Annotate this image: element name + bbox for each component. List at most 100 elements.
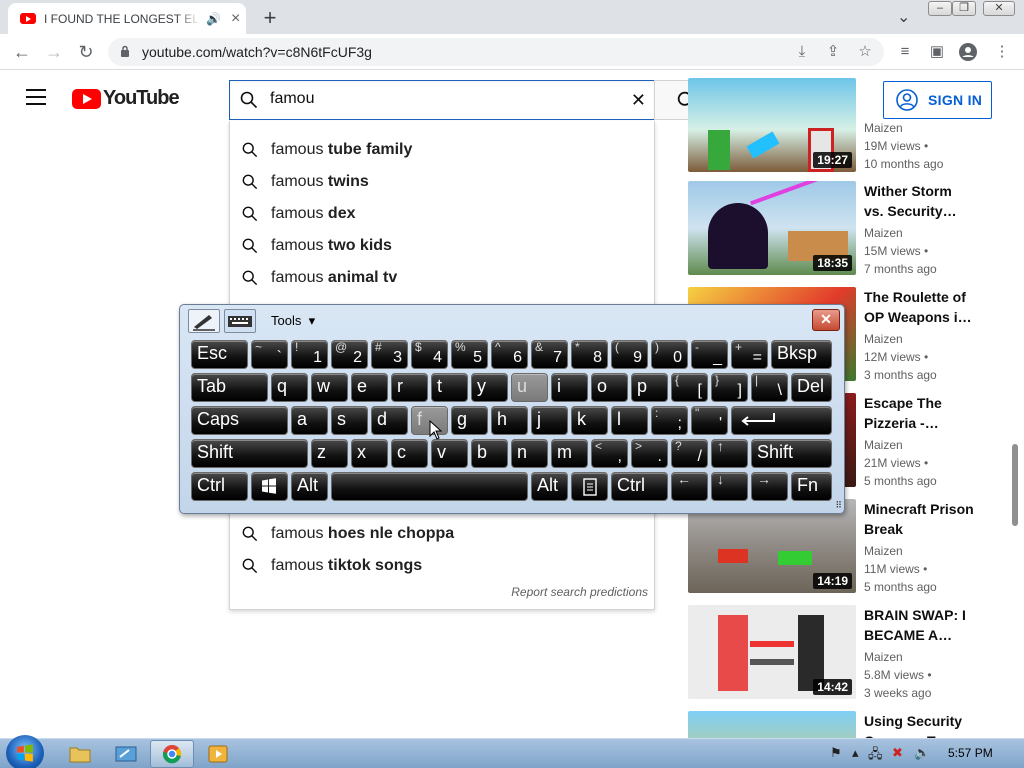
key-j[interactable]: j xyxy=(531,406,568,435)
key-1[interactable]: ! 1 xyxy=(291,340,328,369)
key-g[interactable]: g xyxy=(451,406,488,435)
restore-button[interactable]: ❐ xyxy=(952,1,976,16)
search-box[interactable]: ✕ xyxy=(229,80,655,120)
key-equals[interactable]: + = xyxy=(731,340,768,369)
suggestion-item[interactable]: famous twins xyxy=(230,166,654,198)
key-e[interactable]: e xyxy=(351,373,388,402)
key-4[interactable]: $4 xyxy=(411,340,448,369)
key-r[interactable]: r xyxy=(391,373,428,402)
channel-name[interactable]: Maizen xyxy=(864,332,903,346)
key-minus[interactable]: - _ xyxy=(691,340,728,369)
key-z[interactable]: z xyxy=(311,439,348,468)
page-scrollbar-thumb[interactable] xyxy=(1012,444,1018,526)
key-y[interactable]: y xyxy=(471,373,508,402)
search-input[interactable] xyxy=(270,90,600,108)
key-right-bracket[interactable]: }] xyxy=(711,373,748,402)
osk-taskbar-icon[interactable] xyxy=(104,740,148,768)
explorer-taskbar-icon[interactable] xyxy=(58,740,102,768)
key-9[interactable]: (9 xyxy=(611,340,648,369)
suggestion-item[interactable]: famous tiktok songs xyxy=(230,550,654,582)
video-title[interactable]: Wither Storm vs. Security… xyxy=(864,181,974,221)
share-icon[interactable]: ⇪ xyxy=(823,42,843,62)
handwriting-mode-icon[interactable] xyxy=(188,309,220,333)
channel-name[interactable]: Maizen xyxy=(864,544,903,558)
key-comma[interactable]: <, xyxy=(591,439,628,468)
key-left-arrow[interactable]: ← xyxy=(671,472,708,501)
clear-search-icon[interactable]: ✕ xyxy=(631,90,646,111)
media-player-taskbar-icon[interactable] xyxy=(196,740,240,768)
forward-icon[interactable]: → xyxy=(42,40,66,64)
show-hidden-icons-icon[interactable]: ▴ xyxy=(852,745,859,761)
key-shift-left[interactable]: Shift xyxy=(191,439,308,468)
key-h[interactable]: h xyxy=(491,406,528,435)
hamburger-menu-icon[interactable] xyxy=(26,89,46,105)
osk-close-button[interactable]: ✕ xyxy=(812,309,840,331)
key-delete[interactable]: Del xyxy=(791,373,832,402)
key-tab[interactable]: Tab xyxy=(191,373,268,402)
key-ctrl-right[interactable]: Ctrl xyxy=(611,472,668,501)
key-alt-left[interactable]: Alt xyxy=(291,472,328,501)
key-quote[interactable]: " ' xyxy=(691,406,728,435)
browser-tab[interactable]: I FOUND THE LONGEST ELEVATOR 🔊 × xyxy=(8,3,246,34)
video-title[interactable]: BRAIN SWAP: I BECAME A… xyxy=(864,605,974,645)
channel-name[interactable]: Maizen xyxy=(864,438,903,452)
key-space[interactable] xyxy=(331,472,528,501)
key-ctrl-left[interactable]: Ctrl xyxy=(191,472,248,501)
new-tab-button[interactable]: + xyxy=(258,5,282,31)
key-down-arrow[interactable]: ↓ xyxy=(711,472,748,501)
key-5[interactable]: % 5 xyxy=(451,340,488,369)
key-3[interactable]: #3 xyxy=(371,340,408,369)
video-card[interactable]: 19:27 Maizen 19M views • 10 months ago xyxy=(688,78,988,172)
resize-grip-icon[interactable]: ⠿ xyxy=(835,500,842,511)
key-backspace[interactable]: Bksp xyxy=(771,340,832,369)
video-title[interactable]: Minecraft Prison Break xyxy=(864,499,974,539)
key-c[interactable]: c xyxy=(391,439,428,468)
key-left-bracket[interactable]: {[ xyxy=(671,373,708,402)
lock-icon[interactable] xyxy=(120,45,130,58)
window-close-button[interactable]: ✕ xyxy=(983,1,1015,16)
video-thumbnail[interactable]: 19:27 xyxy=(688,78,856,172)
key-fn[interactable]: Fn xyxy=(791,472,832,501)
channel-name[interactable]: Maizen xyxy=(864,226,903,240)
clock-time[interactable]: 5:57 PM xyxy=(948,746,993,760)
suggestion-item[interactable]: famous two kids xyxy=(230,230,654,262)
back-icon[interactable]: ← xyxy=(10,40,34,64)
network-error-icon[interactable]: ✖ xyxy=(892,745,903,761)
key-windows[interactable] xyxy=(251,472,288,501)
keyboard-mode-icon[interactable] xyxy=(224,309,256,333)
video-card[interactable]: Using Security Cameras To… xyxy=(688,711,988,738)
key-w[interactable]: w xyxy=(311,373,348,402)
speaker-icon[interactable]: 🔊 xyxy=(206,12,221,26)
profile-icon[interactable] xyxy=(958,42,978,62)
install-icon[interactable]: ⤓ xyxy=(792,42,812,62)
video-thumbnail[interactable] xyxy=(688,711,856,738)
key-shift-right[interactable]: Shift xyxy=(751,439,832,468)
key-esc[interactable]: Esc xyxy=(191,340,248,369)
report-predictions-link[interactable]: Report search predictions xyxy=(511,585,648,599)
video-title[interactable]: The Roulette of OP Weapons i… xyxy=(864,287,974,327)
chrome-taskbar-icon[interactable] xyxy=(150,740,194,768)
volume-icon[interactable]: 🔉 xyxy=(914,745,930,761)
video-thumbnail[interactable]: 18:35 xyxy=(688,181,856,275)
key-n[interactable]: n xyxy=(511,439,548,468)
key-m[interactable]: m xyxy=(551,439,588,468)
key-i[interactable]: i xyxy=(551,373,588,402)
key-v[interactable]: v xyxy=(431,439,468,468)
network-icon[interactable]: 🖧 xyxy=(868,745,883,767)
key-semicolon[interactable]: :; xyxy=(651,406,688,435)
key-l[interactable]: l xyxy=(611,406,648,435)
reload-icon[interactable]: ↻ xyxy=(74,40,98,64)
channel-name[interactable]: Maizen xyxy=(864,650,903,664)
video-title[interactable]: Using Security Cameras To… xyxy=(864,711,974,738)
address-bar[interactable]: youtube.com/watch?v=c8N6tFcUF3g ⤓ ⇪ ☆ xyxy=(108,38,884,66)
tab-close-icon[interactable]: × xyxy=(231,10,240,28)
tools-menu[interactable]: Tools ▾ xyxy=(271,313,315,329)
suggestion-item[interactable]: famous animal tv xyxy=(230,262,654,294)
key-up-arrow[interactable]: ↑ xyxy=(711,439,748,468)
key-0[interactable]: ) 0 xyxy=(651,340,688,369)
video-thumbnail[interactable]: 14:42 xyxy=(688,605,856,699)
suggestion-item[interactable]: famous tube family xyxy=(230,134,654,166)
key-7[interactable]: & 7 xyxy=(531,340,568,369)
key-o[interactable]: o xyxy=(591,373,628,402)
key-u[interactable]: u xyxy=(511,373,548,402)
